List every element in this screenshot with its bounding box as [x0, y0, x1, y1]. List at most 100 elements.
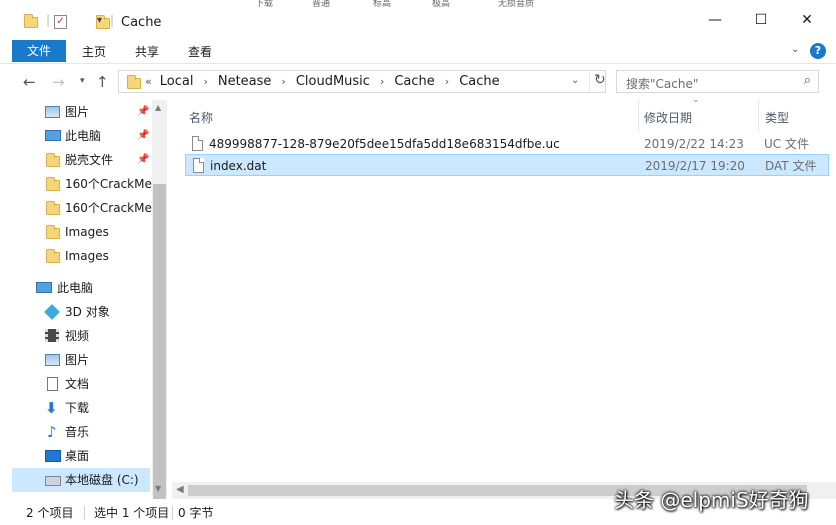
- file-modified: 2019/2/17 19:20: [645, 159, 745, 173]
- sidebar-item-local-disk-c[interactable]: 本地磁盘 (C:): [12, 468, 150, 492]
- bg-toolbar-item: 普通: [312, 0, 331, 8]
- ribbon: 文件 主页 共享 查看 ⌄ ?: [0, 38, 836, 64]
- pin-icon: 📌: [137, 106, 150, 117]
- sidebar-item-desktop[interactable]: 桌面: [12, 444, 152, 468]
- sidebar-item-pictures[interactable]: 图片 📌: [12, 100, 152, 124]
- column-divider[interactable]: [758, 100, 759, 130]
- tab-home[interactable]: 主页: [82, 42, 106, 62]
- file-icon: [192, 136, 203, 151]
- column-header-modified[interactable]: 修改日期: [644, 104, 692, 132]
- sidebar-item-this-pc-pinned[interactable]: 此电脑 📌: [12, 124, 152, 148]
- sidebar-item-label: 脱壳文件: [65, 153, 114, 167]
- sidebar-item-music[interactable]: ♪ 音乐: [12, 420, 152, 444]
- separator: |: [46, 13, 51, 27]
- sidebar-item-crackme-2[interactable]: 160个CrackMe: [12, 196, 152, 220]
- sidebar-item-label: 图片: [65, 353, 90, 367]
- file-type: DAT 文件: [765, 159, 817, 173]
- scroll-down-icon[interactable]: ▼: [155, 484, 161, 493]
- chevron-right-icon[interactable]: ›: [281, 75, 285, 88]
- scroll-left-icon[interactable]: ◀: [176, 484, 184, 495]
- column-header-type[interactable]: 类型: [765, 104, 789, 132]
- tab-view[interactable]: 查看: [188, 42, 212, 62]
- table-row[interactable]: index.dat 2019/2/17 19:20 DAT 文件: [185, 154, 829, 176]
- 3d-objects-icon: [44, 304, 60, 320]
- table-row[interactable]: 489998877-128-879e20f5dee15dfa5dd18e6831…: [185, 133, 829, 155]
- breadcrumb-item[interactable]: CloudMusic: [296, 74, 370, 89]
- breadcrumb: « Local › Netease › CloudMusic › Cache › Cache: [145, 74, 500, 89]
- help-icon[interactable]: ?: [810, 43, 826, 59]
- recent-locations-icon[interactable]: ▾: [80, 76, 85, 86]
- properties-icon[interactable]: ✓: [54, 15, 67, 29]
- pin-icon: 📌: [137, 130, 150, 141]
- folder-icon: [46, 153, 60, 167]
- pictures-icon: [45, 354, 60, 366]
- sidebar-item-label: 160个CrackMe: [65, 201, 152, 215]
- sidebar-item-label: 本地磁盘 (C:): [65, 473, 139, 487]
- sidebar-item-images-2[interactable]: Images: [12, 244, 152, 268]
- breadcrumb-item[interactable]: Netease: [218, 74, 272, 89]
- watermark: 头条 @elpmiS好奇狗: [614, 488, 809, 512]
- up-arrow-icon[interactable]: ↑: [96, 73, 109, 91]
- video-icon: [45, 329, 59, 342]
- chevron-right-icon[interactable]: ›: [445, 75, 449, 88]
- address-dropdown-icon[interactable]: ⌄: [571, 75, 579, 86]
- column-header-name[interactable]: 名称: [189, 104, 213, 132]
- sidebar-item-label: 文档: [65, 377, 90, 391]
- column-divider[interactable]: [638, 100, 639, 130]
- file-name: index.dat: [210, 159, 267, 173]
- close-button[interactable]: ✕: [797, 10, 817, 30]
- sidebar-item-label: 160个CrackMe: [65, 177, 152, 191]
- chevron-right-icon[interactable]: ›: [203, 75, 207, 88]
- folder-icon: [46, 225, 60, 239]
- address-bar[interactable]: «Local › Netease › CloudMusic › Cache › Cache ⌄ …: [118, 70, 606, 93]
- back-arrow-icon[interactable]: ←: [23, 73, 36, 91]
- folder-icon: [46, 177, 60, 191]
- tab-file[interactable]: 文件: [12, 40, 66, 62]
- tab-share[interactable]: 共享: [135, 42, 159, 62]
- sidebar-item-this-pc[interactable]: 此电脑: [12, 276, 152, 300]
- music-icon: ♪: [47, 423, 57, 441]
- desktop-icon: [45, 450, 61, 462]
- file-name: 489998877-128-879e20f5dee15dfa5dd18e6831…: [209, 137, 560, 151]
- search-icon[interactable]: ⌕: [804, 73, 811, 88]
- sidebar-item-unpacked-files[interactable]: 脱壳文件 📌: [12, 148, 152, 172]
- sidebar-item-label: 图片: [65, 105, 90, 119]
- customize-quick-access-icon[interactable]: ▾: [97, 15, 102, 33]
- drive-icon: [45, 476, 61, 486]
- breadcrumb-overflow[interactable]: «: [145, 75, 152, 88]
- bg-toolbar-item: 无损音质: [498, 0, 535, 8]
- sidebar-item-pictures-pc[interactable]: 图片: [12, 348, 152, 372]
- expand-ribbon-icon[interactable]: ⌄: [791, 44, 799, 55]
- status-selection: 选中 1 个项目: [94, 506, 170, 520]
- status-divider: [172, 506, 173, 520]
- breadcrumb-item[interactable]: Cache: [394, 74, 434, 89]
- sidebar-item-videos[interactable]: 视频: [12, 324, 152, 348]
- folder-icon: [24, 14, 38, 28]
- sidebar-item-label: Images: [65, 249, 109, 263]
- sort-chevron-icon: ⌄: [692, 95, 700, 105]
- sidebar-item-documents[interactable]: 文档: [12, 372, 152, 396]
- refresh-icon[interactable]: ↻: [589, 72, 606, 92]
- breadcrumb-item[interactable]: Cache: [459, 74, 499, 89]
- pictures-icon: [45, 106, 60, 118]
- forward-arrow-icon[interactable]: →: [52, 73, 65, 91]
- pin-icon: 📌: [137, 154, 150, 165]
- search-input[interactable]: 搜索"Cache": [626, 75, 698, 92]
- download-icon: ⬇: [45, 399, 58, 417]
- sidebar-item-crackme-1[interactable]: 160个CrackMe: [12, 172, 152, 196]
- breadcrumb-item[interactable]: Local: [160, 74, 194, 89]
- sidebar-scrollbar[interactable]: ▲ ▼: [152, 100, 167, 514]
- minimize-button[interactable]: —: [705, 10, 725, 30]
- search-box[interactable]: 搜索"Cache" ⌕: [616, 70, 819, 93]
- sidebar-item-images-1[interactable]: Images: [12, 220, 152, 244]
- sidebar-item-downloads[interactable]: ⬇ 下载: [12, 396, 152, 420]
- sidebar-item-label: 桌面: [65, 449, 90, 463]
- sidebar-scroll-thumb[interactable]: [153, 184, 166, 514]
- chevron-right-icon[interactable]: ›: [380, 75, 384, 88]
- file-type: UC 文件: [764, 137, 809, 151]
- status-size: 0 字节: [178, 506, 214, 520]
- this-pc-icon: [45, 130, 61, 141]
- scroll-up-icon[interactable]: ▲: [155, 103, 161, 112]
- sidebar-item-3d-objects[interactable]: 3D 对象: [12, 300, 152, 324]
- maximize-button[interactable]: ☐: [751, 10, 771, 30]
